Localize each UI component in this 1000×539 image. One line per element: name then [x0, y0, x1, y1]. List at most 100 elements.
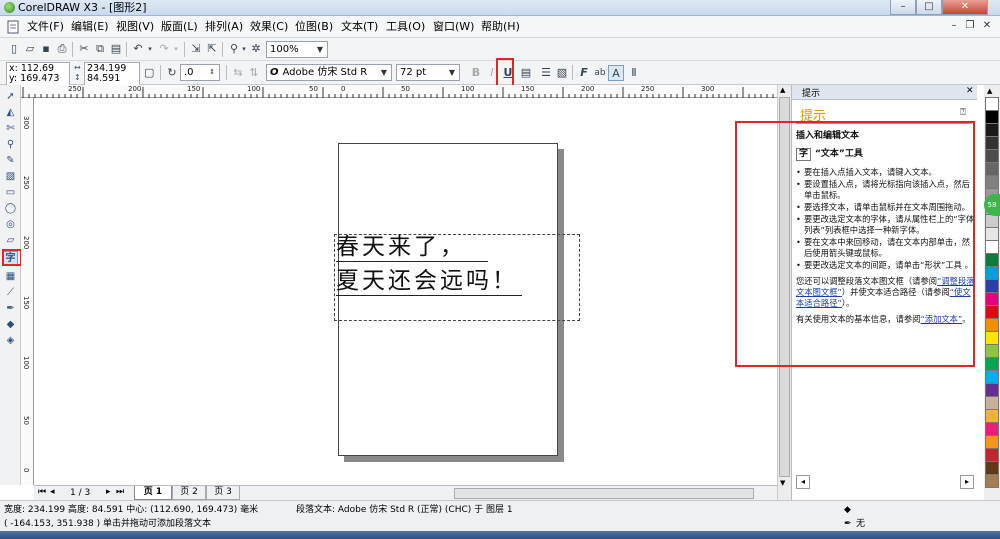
rotation-field[interactable]: .0 ⇕: [180, 64, 220, 81]
color-swatch[interactable]: [985, 123, 999, 137]
save-icon[interactable]: ▪: [38, 41, 54, 57]
color-swatch[interactable]: [985, 370, 999, 384]
document-icon[interactable]: [6, 20, 20, 34]
minimize-button[interactable]: –: [890, 0, 916, 15]
undo-dropdown-icon[interactable]: ▾: [146, 41, 154, 57]
new-document-icon[interactable]: ▯: [6, 41, 22, 57]
menu-bitmaps[interactable]: 位图(B): [295, 20, 333, 34]
color-swatch[interactable]: [985, 175, 999, 189]
zoom-levels-combo[interactable]: 100% ▼: [266, 41, 328, 58]
menu-effects[interactable]: 效果(C): [250, 20, 288, 34]
hint-back-icon[interactable]: ◂: [796, 475, 810, 489]
lock-ratio-icon[interactable]: ▢: [144, 65, 154, 81]
coreldraw-app-icon[interactable]: [4, 2, 15, 13]
export-icon[interactable]: ⇱: [204, 41, 220, 57]
color-swatch[interactable]: [985, 214, 999, 228]
edit-text-icon[interactable]: ab: [592, 65, 608, 81]
font-size-combo[interactable]: 72 pt ▼: [396, 64, 460, 81]
polygon-tool-icon[interactable]: ◎: [3, 218, 18, 232]
color-swatch[interactable]: [985, 474, 999, 488]
color-swatch[interactable]: [985, 279, 999, 293]
scroll-up-icon[interactable]: ▲: [780, 86, 785, 94]
color-swatch[interactable]: [985, 318, 999, 332]
palette-scroll-up-icon[interactable]: ▲: [987, 87, 992, 95]
page-tab-3[interactable]: 页 3: [206, 486, 240, 500]
doc-minimize-button[interactable]: –: [948, 19, 960, 33]
color-swatch[interactable]: [985, 97, 999, 111]
mirror-vertical-icon[interactable]: ⇅: [246, 65, 262, 81]
first-page-icon[interactable]: ⏮: [38, 487, 46, 497]
crop-tool-icon[interactable]: ✄: [3, 122, 18, 136]
horizontal-scrollbar[interactable]: [454, 488, 754, 499]
last-page-icon[interactable]: ⏭: [116, 487, 124, 497]
doc-close-button[interactable]: ✕: [981, 19, 993, 33]
vertical-text-icon[interactable]: Ⅱ: [626, 65, 642, 81]
horizontal-text-icon[interactable]: A: [608, 65, 624, 81]
outline-tool-icon[interactable]: ✒: [3, 302, 18, 316]
eyedropper-tool-icon[interactable]: ⟋: [3, 286, 18, 300]
bullet-list-icon[interactable]: ☰: [538, 65, 554, 81]
redo-dropdown-icon[interactable]: ▾: [172, 41, 180, 57]
color-swatch[interactable]: [985, 435, 999, 449]
horizontal-ruler[interactable]: 250 200 150 100 50 0 50 100 150 200 250 …: [21, 85, 781, 98]
interactive-fill-tool-icon[interactable]: ◈: [3, 334, 18, 348]
shape-tool-icon[interactable]: ◭: [3, 106, 18, 120]
color-swatch[interactable]: [985, 448, 999, 462]
smart-fill-tool-icon[interactable]: ▧: [3, 170, 18, 184]
menu-view[interactable]: 视图(V): [116, 20, 154, 34]
maximize-button[interactable]: □: [916, 0, 942, 15]
next-page-icon[interactable]: ▸: [106, 487, 111, 497]
corel-online-icon[interactable]: ✲: [248, 41, 264, 57]
bold-icon[interactable]: B: [468, 65, 484, 81]
vertical-ruler[interactable]: 300 250 200 150 100 50 0: [21, 98, 34, 485]
menu-window[interactable]: 窗口(W): [433, 20, 474, 34]
menu-edit[interactable]: 编辑(E): [71, 20, 109, 34]
color-swatch[interactable]: [985, 110, 999, 124]
pick-tool-icon[interactable]: ➚: [3, 90, 18, 104]
text-line-1[interactable]: 春天来了，: [336, 233, 488, 262]
color-swatch[interactable]: [985, 266, 999, 280]
color-swatch[interactable]: [985, 305, 999, 319]
undo-icon[interactable]: ↶: [130, 41, 146, 57]
color-swatch[interactable]: [985, 396, 999, 410]
color-swatch[interactable]: [985, 162, 999, 176]
side-badge[interactable]: 58: [984, 194, 1000, 216]
menu-tools[interactable]: 工具(O): [386, 20, 425, 34]
color-swatch[interactable]: [985, 409, 999, 423]
color-swatch[interactable]: [985, 253, 999, 267]
color-swatch[interactable]: [985, 136, 999, 150]
color-swatch[interactable]: [985, 357, 999, 371]
scroll-down-icon[interactable]: ▼: [780, 479, 785, 487]
menu-arrange[interactable]: 排列(A): [205, 20, 243, 34]
zoom-tool-icon[interactable]: ⚲: [3, 138, 18, 152]
menu-text[interactable]: 文本(T): [341, 20, 378, 34]
page-tab-1[interactable]: 页 1: [134, 486, 172, 500]
color-swatch[interactable]: [985, 149, 999, 163]
mirror-horizontal-icon[interactable]: ⇆: [230, 65, 246, 81]
cut-icon[interactable]: ✂: [76, 41, 92, 57]
hint-help-icon[interactable]: ⍰: [960, 107, 966, 118]
copy-icon[interactable]: ⧉: [92, 41, 108, 57]
color-swatch[interactable]: [985, 383, 999, 397]
color-swatch[interactable]: [985, 240, 999, 254]
color-swatch[interactable]: [985, 227, 999, 241]
menu-layout[interactable]: 版面(L): [161, 20, 198, 34]
horizontal-align-icon[interactable]: ▤: [518, 65, 534, 81]
prev-page-icon[interactable]: ◂: [50, 487, 55, 497]
print-icon[interactable]: ⎙: [54, 41, 70, 57]
open-icon[interactable]: ▱: [22, 41, 38, 57]
format-text-icon[interactable]: F: [576, 65, 592, 81]
interactive-blend-tool-icon[interactable]: ▦: [3, 270, 18, 284]
basic-shapes-tool-icon[interactable]: ▱: [3, 234, 18, 248]
color-swatch[interactable]: [985, 422, 999, 436]
docker-close-icon[interactable]: ✕: [966, 86, 974, 96]
menu-file[interactable]: 文件(F): [27, 20, 64, 34]
color-swatch[interactable]: [985, 461, 999, 475]
color-swatch[interactable]: [985, 331, 999, 345]
launcher-dropdown-icon[interactable]: ▾: [240, 41, 248, 57]
text-line-2[interactable]: 夏天还会远吗！: [336, 267, 522, 296]
color-swatch[interactable]: [985, 344, 999, 358]
rectangle-tool-icon[interactable]: ▭: [3, 186, 18, 200]
menu-help[interactable]: 帮助(H): [481, 20, 520, 34]
rotation-icon[interactable]: ↻: [164, 65, 180, 81]
